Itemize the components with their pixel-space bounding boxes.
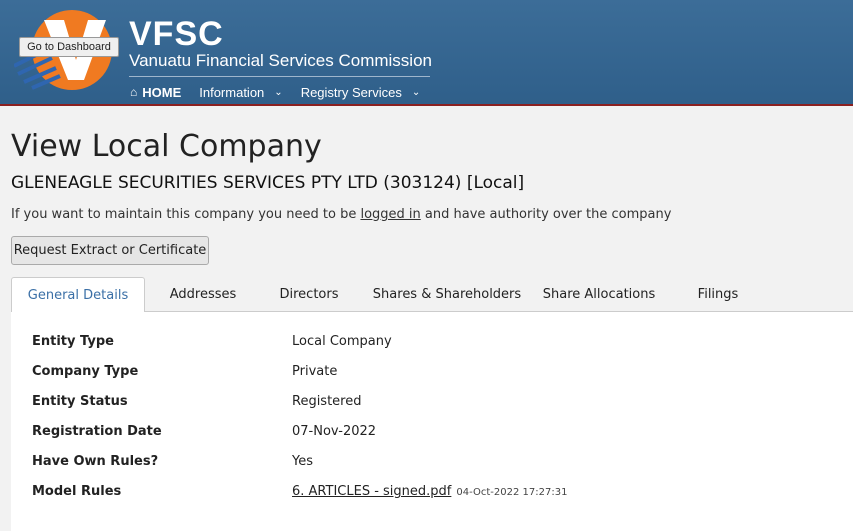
detail-row: Model Rules 6. ARTICLES - signed.pdf 04-O… xyxy=(32,484,567,499)
tab-filings[interactable]: Filings xyxy=(661,277,775,312)
detail-label: Entity Type xyxy=(32,334,114,349)
request-extract-button[interactable]: Request Extract or Certificate xyxy=(11,236,209,265)
main-nav: ⌂ HOME Information ⌄ Registry Services ⌄ xyxy=(130,82,438,102)
detail-value: 6. ARTICLES - signed.pdf 04-Oct-2022 17:2… xyxy=(292,484,567,499)
detail-row: Have Own Rules? Yes xyxy=(32,454,313,469)
home-icon: ⌂ xyxy=(130,85,138,99)
brand-subtitle: Vanuatu Financial Services Commission xyxy=(129,51,432,70)
detail-value: Local Company xyxy=(292,334,392,349)
tab-general-details[interactable]: General Details xyxy=(11,277,145,313)
general-details-panel: Entity Type Local Company Company Type P… xyxy=(11,312,853,531)
logged-in-link[interactable]: logged in xyxy=(360,207,420,222)
maintain-text-before: If you want to maintain this company you… xyxy=(11,207,361,222)
nav-home-label: HOME xyxy=(142,84,182,100)
model-rules-file-link[interactable]: 6. ARTICLES - signed.pdf xyxy=(292,484,451,499)
tab-bar: General Details Addresses Directors Shar… xyxy=(11,277,853,313)
detail-label: Entity Status xyxy=(32,394,128,409)
nav-registry-label: Registry Services xyxy=(300,84,402,100)
company-name: GLENEAGLE SECURITIES SERVICES PTY LTD (3… xyxy=(11,173,525,193)
detail-label: Company Type xyxy=(32,364,139,379)
detail-row: Entity Status Registered xyxy=(32,394,362,409)
brand-name: VFSC xyxy=(129,15,224,53)
tab-directors[interactable]: Directors xyxy=(261,277,357,312)
detail-row: Company Type Private xyxy=(32,364,337,379)
nav-information-label: Information xyxy=(199,84,265,100)
file-timestamp: 04-Oct-2022 17:27:31 xyxy=(456,487,568,498)
detail-label: Have Own Rules? xyxy=(32,454,159,469)
detail-value: Registered xyxy=(292,394,362,409)
tab-shares-shareholders[interactable]: Shares & Shareholders xyxy=(357,277,537,312)
dashboard-tooltip: Go to Dashboard xyxy=(19,37,119,57)
nav-registry-services[interactable]: Registry Services ⌄ xyxy=(301,85,421,100)
detail-row: Entity Type Local Company xyxy=(32,334,392,349)
nav-home[interactable]: ⌂ HOME xyxy=(130,85,181,100)
detail-row: Registration Date 07-Nov-2022 xyxy=(32,424,376,439)
detail-label: Registration Date xyxy=(32,424,162,439)
chevron-down-icon: ⌄ xyxy=(411,86,421,98)
chevron-down-icon: ⌄ xyxy=(274,86,283,98)
site-header: VFSC Vanuatu Financial Services Commissi… xyxy=(0,0,853,106)
tab-addresses[interactable]: Addresses xyxy=(145,277,261,312)
detail-label: Model Rules xyxy=(32,484,122,499)
tab-share-allocations[interactable]: Share Allocations xyxy=(537,277,661,312)
subtitle-divider xyxy=(129,76,430,77)
page-title: View Local Company xyxy=(11,129,322,164)
detail-value: Private xyxy=(292,364,338,379)
detail-value: 07-Nov-2022 xyxy=(292,424,377,439)
detail-value: Yes xyxy=(292,454,313,469)
maintain-text-after: and have authority over the company xyxy=(420,207,672,222)
maintain-notice: If you want to maintain this company you… xyxy=(11,206,671,224)
nav-information[interactable]: Information ⌄ xyxy=(199,85,282,100)
